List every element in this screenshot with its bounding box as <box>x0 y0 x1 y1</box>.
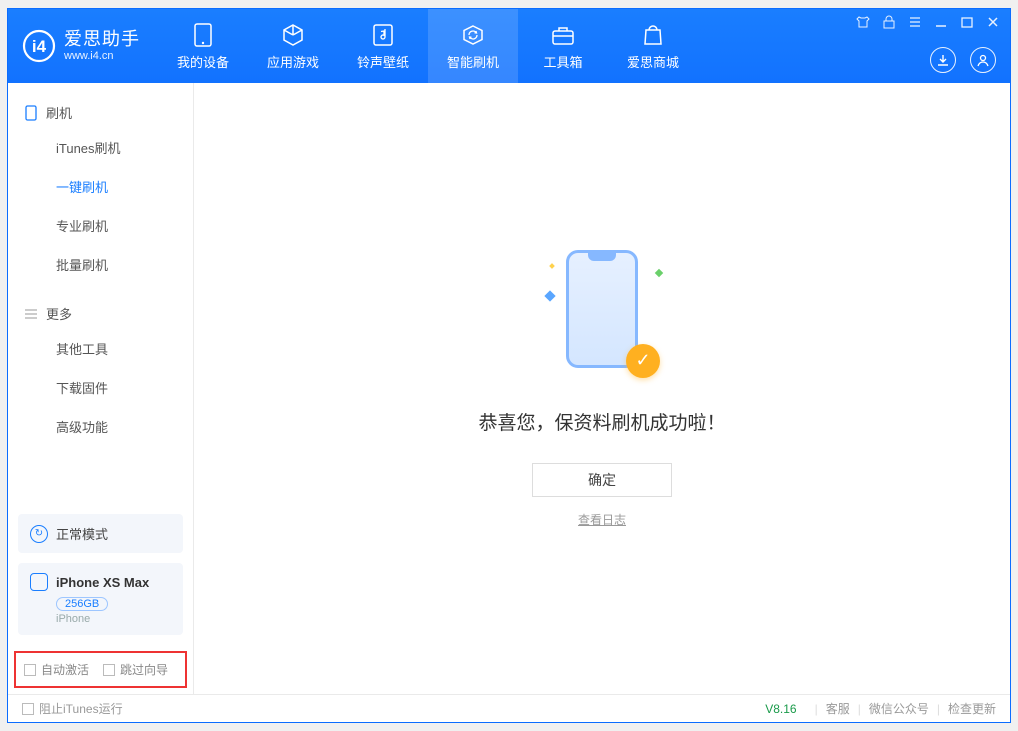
nav-tab-toolbox[interactable]: 工具箱 <box>518 9 608 83</box>
sidebar-header-more: 更多 <box>8 298 193 329</box>
minimize-icon[interactable] <box>934 15 948 29</box>
body: 刷机 iTunes刷机 一键刷机 专业刷机 批量刷机 更多 其他工具 下载固件 … <box>8 83 1010 694</box>
nav-tab-label: 爱思商城 <box>627 52 679 71</box>
mode-label: 正常模式 <box>56 524 108 543</box>
header: i4 爱思助手 www.i4.cn 我的设备 应用游戏 铃声壁纸 智能刷 <box>8 9 1010 83</box>
success-illustration: ✓ <box>552 250 652 380</box>
nav-tab-apps[interactable]: 应用游戏 <box>248 9 338 83</box>
music-icon <box>370 22 396 48</box>
app-name: 爱思助手 <box>64 30 140 50</box>
svg-text:i4: i4 <box>32 37 47 56</box>
cube-icon <box>280 22 306 48</box>
footer-link-wechat[interactable]: 微信公众号 <box>869 700 929 717</box>
mode-card[interactable]: ↻ 正常模式 <box>18 514 183 553</box>
sidebar-item-other-tools[interactable]: 其他工具 <box>8 329 193 368</box>
nav-tab-label: 应用游戏 <box>267 52 319 71</box>
nav-tab-label: 我的设备 <box>177 52 229 71</box>
nav-tab-flash[interactable]: 智能刷机 <box>428 9 518 83</box>
highlight-box: 自动激活 跳过向导 <box>14 651 187 688</box>
device-small-icon <box>30 573 48 591</box>
skip-guide-checkbox[interactable]: 跳过向导 <box>103 661 168 678</box>
nav-tab-device[interactable]: 我的设备 <box>158 9 248 83</box>
nav-tab-label: 工具箱 <box>543 52 582 71</box>
nav-tabs: 我的设备 应用游戏 铃声壁纸 智能刷机 工具箱 爱思商城 <box>158 9 698 83</box>
lock-icon[interactable] <box>882 15 896 29</box>
app-window: i4 爱思助手 www.i4.cn 我的设备 应用游戏 铃声壁纸 智能刷 <box>7 8 1011 723</box>
user-icon[interactable] <box>970 47 996 73</box>
tshirt-icon[interactable] <box>856 15 870 29</box>
sidebar: 刷机 iTunes刷机 一键刷机 专业刷机 批量刷机 更多 其他工具 下载固件 … <box>8 83 194 694</box>
device-card[interactable]: iPhone XS Max 256GB iPhone <box>18 563 183 635</box>
checkbox-label: 跳过向导 <box>120 661 168 678</box>
checkbox-label: 阻止iTunes运行 <box>39 700 123 717</box>
success-message: 恭喜您，保资料刷机成功啦！ <box>478 408 725 435</box>
footer: 阻止iTunes运行 V8.16 | 客服 | 微信公众号 | 检查更新 <box>8 694 1010 722</box>
sidebar-item-advanced[interactable]: 高级功能 <box>8 407 193 446</box>
checkbox-label: 自动激活 <box>41 661 89 678</box>
footer-link-support[interactable]: 客服 <box>826 700 850 717</box>
version-label: V8.16 <box>765 702 796 716</box>
bag-icon <box>640 22 666 48</box>
sidebar-item-batch-flash[interactable]: 批量刷机 <box>8 245 193 284</box>
sidebar-header-label: 刷机 <box>46 103 72 122</box>
sidebar-item-pro-flash[interactable]: 专业刷机 <box>8 206 193 245</box>
logo: i4 爱思助手 www.i4.cn <box>8 29 158 63</box>
toolbox-icon <box>550 22 576 48</box>
device-name: iPhone XS Max <box>56 575 149 590</box>
device-capacity: 256GB <box>56 597 108 611</box>
stop-itunes-checkbox[interactable]: 阻止iTunes运行 <box>22 700 123 717</box>
footer-links: | 客服 | 微信公众号 | 检查更新 <box>815 700 996 717</box>
footer-link-update[interactable]: 检查更新 <box>948 700 996 717</box>
close-icon[interactable] <box>986 15 1000 29</box>
app-url: www.i4.cn <box>64 50 140 62</box>
phone-icon <box>24 106 38 120</box>
view-log-link[interactable]: 查看日志 <box>578 511 626 528</box>
sidebar-section-more: 更多 其他工具 下载固件 高级功能 <box>8 284 193 446</box>
ok-button[interactable]: 确定 <box>532 463 672 497</box>
window-controls <box>856 15 1000 29</box>
device-type: iPhone <box>56 613 171 625</box>
header-right-icons <box>930 47 996 73</box>
nav-tab-label: 智能刷机 <box>447 52 499 71</box>
sidebar-item-download-firmware[interactable]: 下载固件 <box>8 368 193 407</box>
auto-activate-checkbox[interactable]: 自动激活 <box>24 661 89 678</box>
check-icon: ✓ <box>626 344 660 378</box>
maximize-icon[interactable] <box>960 15 974 29</box>
mode-icon: ↻ <box>30 525 48 543</box>
menu-icon[interactable] <box>908 15 922 29</box>
list-icon <box>24 307 38 321</box>
refresh-icon <box>460 22 486 48</box>
download-icon[interactable] <box>930 47 956 73</box>
device-icon <box>190 22 216 48</box>
sidebar-section-flash: 刷机 iTunes刷机 一键刷机 专业刷机 批量刷机 <box>8 83 193 284</box>
nav-tab-store[interactable]: 爱思商城 <box>608 9 698 83</box>
main-content: ✓ 恭喜您，保资料刷机成功啦！ 确定 查看日志 <box>194 83 1010 694</box>
sidebar-header-flash: 刷机 <box>8 97 193 128</box>
sidebar-item-oneclick-flash[interactable]: 一键刷机 <box>8 167 193 206</box>
sidebar-header-label: 更多 <box>46 304 72 323</box>
logo-icon: i4 <box>22 29 56 63</box>
nav-tab-label: 铃声壁纸 <box>357 52 409 71</box>
nav-tab-ringtone[interactable]: 铃声壁纸 <box>338 9 428 83</box>
sidebar-item-itunes-flash[interactable]: iTunes刷机 <box>8 128 193 167</box>
